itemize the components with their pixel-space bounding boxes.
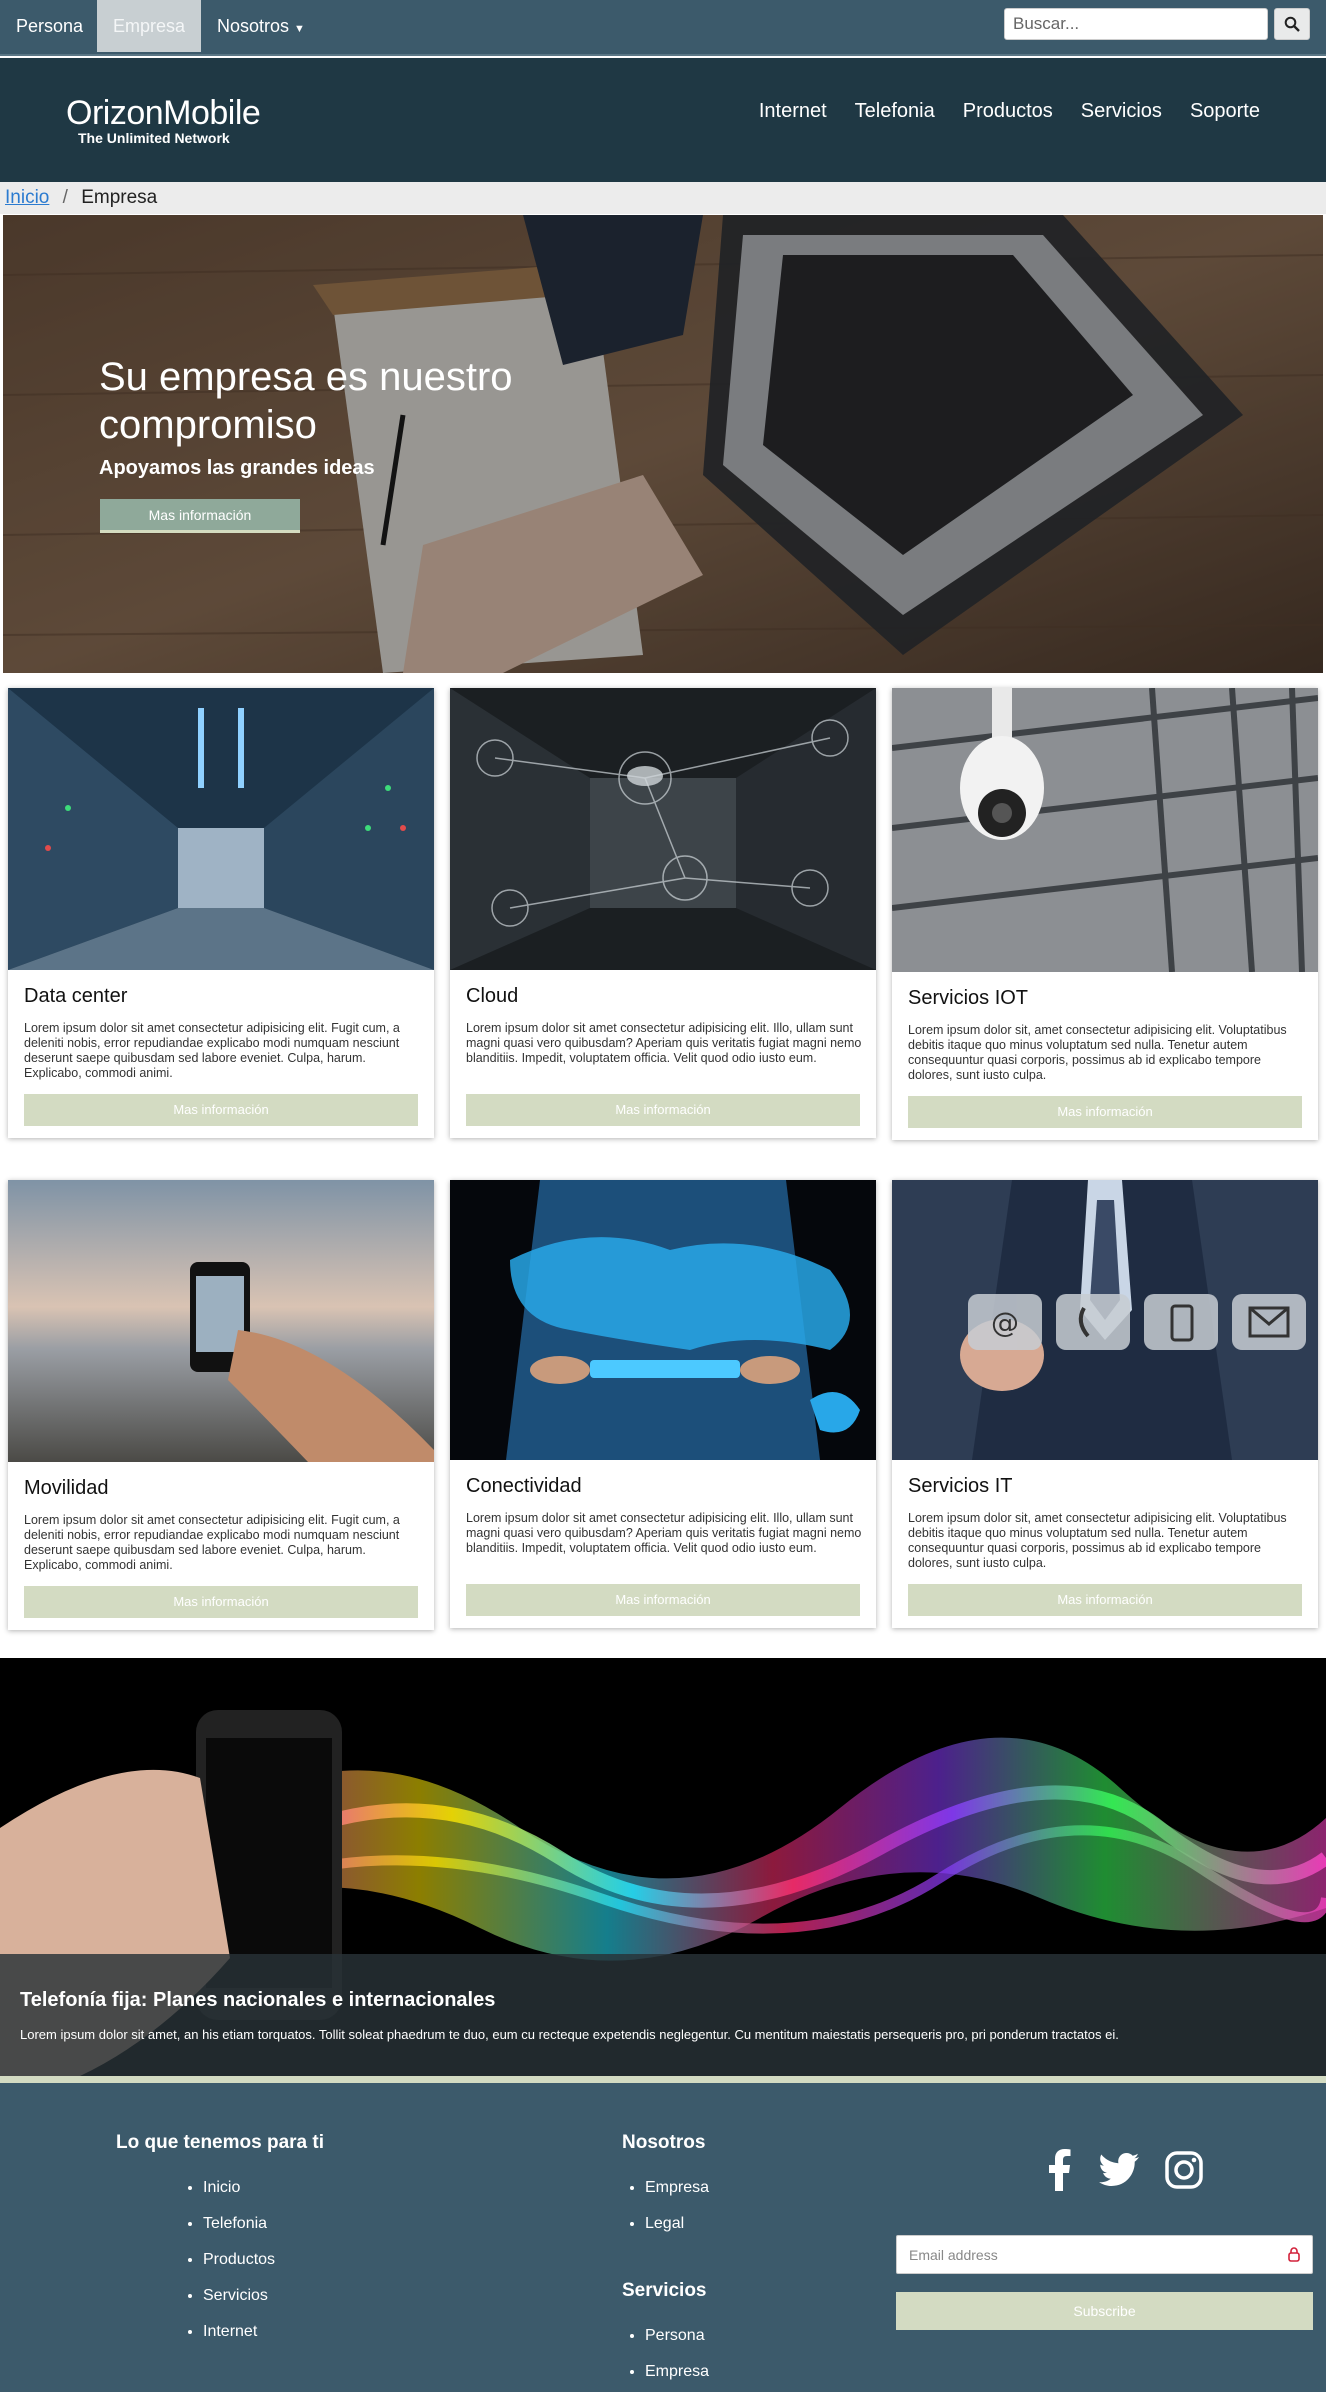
footer-link-inicio[interactable]: Inicio	[203, 2176, 275, 2212]
connectivity-image	[450, 1180, 876, 1460]
card-image	[892, 688, 1318, 972]
nav-servicios[interactable]: Servicios	[1081, 100, 1162, 123]
datacenter-image	[8, 688, 434, 970]
card-title: Cloud	[466, 985, 519, 1007]
nav-productos[interactable]: Productos	[963, 100, 1053, 123]
nav-telefonia[interactable]: Telefonia	[855, 100, 935, 123]
footer-link-productos[interactable]: Productos	[203, 2248, 275, 2284]
nav-soporte[interactable]: Soporte	[1190, 100, 1260, 123]
hero-banner: Su empresa es nuestro compromiso Apoyamo…	[3, 215, 1323, 673]
iot-camera-image	[892, 688, 1318, 972]
footer-link-legal[interactable]: Legal	[645, 2212, 709, 2248]
twitter-icon	[1099, 2153, 1139, 2186]
banner-divider	[0, 2076, 1326, 2083]
card-image	[8, 1180, 434, 1462]
breadcrumb-current: Empresa	[81, 187, 158, 208]
card-title: Movilidad	[24, 1477, 109, 1499]
twitter-link[interactable]	[1097, 2150, 1141, 2190]
card-more-info-button[interactable]: Mas información	[466, 1584, 860, 1616]
card-data-center: Data center Lorem ipsum dolor sit amet c…	[8, 688, 434, 1138]
card-more-info-button[interactable]: Mas información	[24, 1586, 418, 1618]
card-more-info-button[interactable]: Mas información	[908, 1096, 1302, 1128]
card-cloud: Cloud Lorem ipsum dolor sit amet consect…	[450, 688, 876, 1138]
search-icon	[1284, 16, 1300, 32]
banner-title: Telefonía fija: Planes nacionales e inte…	[20, 1989, 496, 2011]
email-field[interactable]	[896, 2235, 1313, 2274]
card-conectividad: Conectividad Lorem ipsum dolor sit amet …	[450, 1180, 876, 1628]
instagram-icon	[1165, 2151, 1203, 2189]
svg-text:@: @	[991, 1306, 1019, 1339]
card-text: Lorem ipsum dolor sit amet consectetur a…	[466, 1511, 862, 1555]
site-header: OrizonMobile The Unlimited Network Inter…	[0, 58, 1326, 182]
hero-more-info-button[interactable]: Mas información	[100, 499, 300, 533]
footer-col2-title: Nosotros	[622, 2132, 706, 2153]
footer-link-empresa-services[interactable]: Empresa	[645, 2360, 709, 2392]
footer-link-persona[interactable]: Persona	[645, 2324, 709, 2360]
hero-subtitle: Apoyamos las grandes ideas	[99, 457, 375, 479]
card-text: Lorem ipsum dolor sit, amet consectetur …	[908, 1511, 1287, 1570]
main-nav: Internet Telefonia Productos Servicios S…	[759, 100, 1260, 123]
search-input[interactable]	[1004, 8, 1268, 40]
caret-down-icon: ▼	[294, 23, 305, 35]
cloud-image	[450, 688, 876, 970]
brand-logo[interactable]: OrizonMobile	[66, 94, 261, 133]
tab-empresa[interactable]: Empresa	[97, 0, 201, 52]
search-button[interactable]	[1274, 8, 1310, 40]
subscribe-button[interactable]: Subscribe	[896, 2292, 1313, 2330]
tab-nosotros-label: Nosotros	[217, 16, 290, 36]
card-image: @	[892, 1180, 1318, 1460]
footer-link-telefonia[interactable]: Telefonia	[203, 2212, 275, 2248]
footer-col1-title: Lo que tenemos para ti	[116, 2132, 324, 2153]
it-services-image: @	[892, 1180, 1318, 1460]
footer-link-empresa[interactable]: Empresa	[645, 2176, 709, 2212]
top-bar: Persona Empresa Nosotros ▼	[0, 0, 1326, 56]
email-lock-icon	[1288, 2247, 1300, 2262]
card-image	[450, 688, 876, 970]
footer-col3-title: Servicios	[622, 2280, 707, 2301]
breadcrumb-home-link[interactable]: Inicio	[5, 187, 49, 208]
nav-internet[interactable]: Internet	[759, 100, 827, 123]
footer-link-internet[interactable]: Internet	[203, 2320, 275, 2356]
mobility-image	[8, 1180, 434, 1462]
tab-persona[interactable]: Persona	[0, 0, 99, 52]
footer-col1-list: Inicio Telefonia Productos Servicios Int…	[203, 2176, 275, 2356]
facebook-icon	[1049, 2149, 1071, 2191]
card-text: Lorem ipsum dolor sit, amet consectetur …	[908, 1023, 1287, 1082]
card-image	[450, 1180, 876, 1460]
card-text: Lorem ipsum dolor sit amet consectetur a…	[24, 1021, 400, 1080]
breadcrumb: Inicio / Empresa	[0, 182, 1326, 214]
card-more-info-button[interactable]: Mas información	[908, 1584, 1302, 1616]
card-more-info-button[interactable]: Mas información	[466, 1094, 860, 1126]
facebook-link[interactable]	[1041, 2148, 1077, 2192]
card-title: Servicios IT	[908, 1475, 1013, 1497]
footer-link-servicios[interactable]: Servicios	[203, 2284, 275, 2320]
tab-nosotros[interactable]: Nosotros ▼	[201, 0, 321, 52]
card-title: Servicios IOT	[908, 987, 1029, 1009]
hero-title: Su empresa es nuestro compromiso	[99, 355, 513, 447]
card-title: Data center	[24, 985, 128, 1007]
breadcrumb-separator: /	[62, 187, 68, 208]
card-text: Lorem ipsum dolor sit amet consectetur a…	[24, 1513, 400, 1572]
card-servicios-iot: Servicios IOT Lorem ipsum dolor sit, ame…	[892, 688, 1318, 1140]
card-servicios-it: @ Servicios IT Lorem ipsum dolor sit, am…	[892, 1180, 1318, 1628]
footer-col2-list: Empresa Legal	[645, 2176, 709, 2248]
banner-caption-overlay	[0, 1954, 1326, 2076]
instagram-link[interactable]	[1162, 2148, 1206, 2192]
brand-tagline: The Unlimited Network	[78, 130, 230, 146]
banner-text: Lorem ipsum dolor sit amet, an his etiam…	[20, 2027, 1119, 2042]
footer-col3-list: Persona Empresa	[645, 2324, 709, 2392]
card-title: Conectividad	[466, 1475, 582, 1497]
card-movilidad: Movilidad Lorem ipsum dolor sit amet con…	[8, 1180, 434, 1630]
card-image	[8, 688, 434, 970]
card-more-info-button[interactable]: Mas información	[24, 1094, 418, 1126]
card-text: Lorem ipsum dolor sit amet consectetur a…	[466, 1021, 862, 1065]
